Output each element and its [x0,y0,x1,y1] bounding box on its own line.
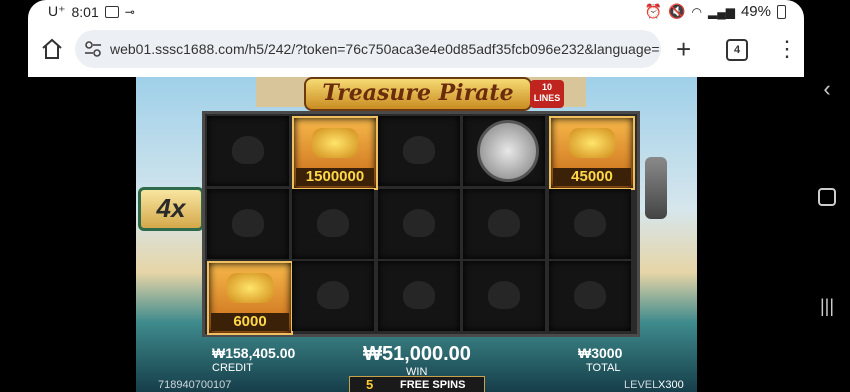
multiplier-badge: 4x [138,187,204,231]
treasure-chest-icon [569,128,615,158]
prize-cell: 6000 [207,261,293,335]
reel-cell [207,116,289,186]
prize-value: 1500000 [296,168,374,186]
total-label: TOTAL [586,362,621,374]
home-nav-icon[interactable] [812,188,842,211]
skull-icon [403,136,435,164]
reel-cell [549,261,631,331]
recents-nav-icon[interactable]: ||| [812,296,842,317]
reel-cell [463,261,545,331]
skull-icon [317,281,349,309]
credit-label: CREDIT [212,362,253,374]
key-icon: ⊸ [124,4,135,19]
win-value: ₩51,000.00 [363,343,471,365]
skull-icon [574,281,606,309]
skull-icon [232,209,264,237]
skull-icon [403,281,435,309]
battery-icon [777,4,786,19]
game-title: Treasure Pirate [304,77,532,111]
site-settings-icon[interactable] [84,40,102,58]
address-bar-row: web01.sssc1688.com/h5/242/?token=76c750a… [28,28,804,72]
reel-cell [549,189,631,259]
url-text: web01.sssc1688.com/h5/242/?token=76c750a… [110,41,660,57]
prize-cell: 45000 [549,116,635,190]
skull-icon [403,209,435,237]
prize-value: 6000 [211,313,289,331]
session-id: 718940700107 [158,379,232,391]
wifi-icon: ◠ [691,4,702,19]
skull-icon [232,136,264,164]
url-field[interactable]: web01.sssc1688.com/h5/242/?token=76c750a… [75,30,661,68]
gold-nuggets-icon [227,273,273,303]
new-tab-icon[interactable]: + [676,36,691,62]
carrier-label: U⁺ [48,3,66,19]
skull-icon [317,209,349,237]
prize-value: 45000 [553,168,631,186]
status-bar: U⁺ 8:01 ⊸ ⏰ 🔇 ◠ ▂▄▆ 49% [28,0,804,24]
signal-icon: ▂▄▆ [708,4,735,19]
reel-cell [463,189,545,259]
free-spins-count: 5 [366,377,374,392]
total-value: ₩3000 [578,345,623,361]
free-spins-counter: 5 FREE SPINS [349,376,485,392]
browser-window: U⁺ 8:01 ⊸ ⏰ 🔇 ◠ ▂▄▆ 49% web01.sssc1688.c… [28,0,804,77]
crown-icon [312,128,358,158]
reel-cell [378,261,460,331]
mute-icon: 🔇 [668,3,686,19]
skull-icon [488,209,520,237]
reel-cell [463,116,545,186]
lines-badge: 10 LINES [530,80,564,108]
credit-value: ₩158,405.00 [212,345,296,361]
skull-icon [574,209,606,237]
level-label: LEVEL [624,379,659,391]
level-value: X300 [658,379,684,391]
image-icon [104,5,119,18]
free-spins-label: FREE SPINS [400,379,466,391]
reel-cell [292,189,374,259]
more-menu-icon[interactable]: ⋮ [776,36,798,62]
game-hud: ₩158,405.00 CREDIT ₩51,000.00 WIN ₩3000 … [136,339,697,392]
reel-grid: 1500000 45000 6000 [202,111,640,337]
slot-game[interactable]: Treasure Pirate 10 LINES 4x 1500000 4500… [136,77,697,392]
reel-cell [207,189,289,259]
skull-icon [488,281,520,309]
skull-coin-icon [477,120,539,182]
back-nav-icon[interactable]: ‹ [812,76,842,102]
alarm-icon: ⏰ [644,3,663,19]
prize-cell: 1500000 [292,116,378,190]
reel-cell [292,261,374,331]
lantern-icon [645,157,667,219]
battery-level: 49% [740,3,771,20]
reel-cell [378,116,460,186]
time: 8:01 [71,3,99,20]
tab-count-button[interactable]: 4 [726,39,748,61]
home-icon[interactable] [40,37,64,61]
reel-cell [378,189,460,259]
